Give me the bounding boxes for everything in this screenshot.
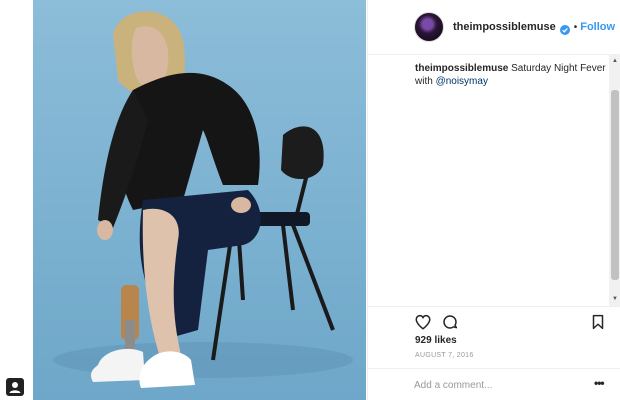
more-options-icon[interactable]: •••: [594, 377, 605, 389]
actions-bar: [368, 306, 620, 307]
bookmark-icon[interactable]: [589, 313, 607, 331]
username-link[interactable]: theimpossiblemuse: [453, 21, 556, 33]
caption: theimpossiblemuse Saturday Night Fever w…: [415, 62, 610, 88]
post-date[interactable]: AUGUST 7, 2016: [415, 352, 474, 359]
post-view: theimpossiblemuse • Follow theimpossible…: [0, 0, 620, 400]
separator-dot: •: [573, 21, 578, 33]
comment-icon[interactable]: [441, 313, 459, 331]
scroll-up-arrow-icon[interactable]: ▲: [609, 56, 620, 66]
heart-icon[interactable]: [414, 313, 432, 331]
likes-count[interactable]: 929 likes: [415, 335, 457, 346]
verified-badge-icon: [559, 22, 570, 35]
post-photo[interactable]: [33, 0, 366, 400]
caption-username[interactable]: theimpossiblemuse: [415, 63, 508, 74]
post-header: theimpossiblemuse • Follow: [368, 0, 620, 55]
user-profile-icon[interactable]: [6, 378, 24, 396]
caption-mention-link[interactable]: @noisymay: [436, 76, 488, 87]
comments-scrollbar[interactable]: ▲ ▼: [609, 54, 620, 306]
scroll-down-arrow-icon[interactable]: ▼: [609, 294, 620, 304]
add-comment-bar: •••: [368, 368, 620, 400]
comment-input[interactable]: [414, 377, 584, 393]
scroll-thumb[interactable]: [611, 90, 619, 280]
left-margin: [0, 0, 33, 400]
follow-button[interactable]: Follow: [580, 21, 615, 33]
avatar[interactable]: [414, 12, 444, 42]
post-sidebar: theimpossiblemuse • Follow theimpossible…: [367, 0, 620, 400]
